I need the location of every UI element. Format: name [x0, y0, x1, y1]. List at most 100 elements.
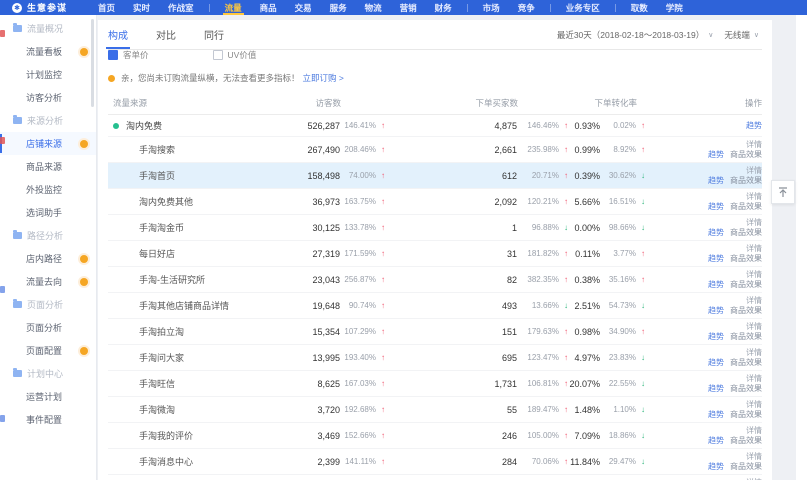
item-effect-link[interactable]: 商品效果: [730, 436, 762, 446]
sidebar-item-14[interactable]: 页面配置: [0, 339, 96, 362]
nav-item-10[interactable]: 市场: [474, 0, 509, 15]
nav-item-4[interactable]: 商品: [251, 0, 286, 15]
nav-item-6[interactable]: 服务: [321, 0, 356, 15]
item-effect-link[interactable]: 商品效果: [730, 280, 762, 290]
back-to-top-button[interactable]: [771, 180, 795, 204]
nav-item-9[interactable]: 财务: [426, 0, 461, 15]
detail-link[interactable]: 详情: [746, 322, 762, 332]
item-effect-link[interactable]: 商品效果: [730, 306, 762, 316]
table-row[interactable]: 手淘首页158,49874.00%↑61220.71%↑0.39%30.62%↓…: [108, 163, 762, 189]
tab-2[interactable]: 同行: [204, 20, 224, 49]
table-row[interactable]: 手淘消息中心2,399141.11%↑28470.06%↑11.84%29.47…: [108, 449, 762, 475]
trend-link[interactable]: 趋势: [708, 332, 724, 342]
detail-link[interactable]: 详情: [746, 218, 762, 228]
page-scrollbar-track[interactable]: [796, 15, 807, 480]
detail-link[interactable]: 详情: [746, 166, 762, 176]
sidebar-item-6[interactable]: 商品来源: [0, 155, 96, 178]
item-effect-link[interactable]: 商品效果: [730, 254, 762, 264]
table-row[interactable]: 手淘我的评价3,469152.66%↑246105.00%↑7.09%18.86…: [108, 423, 762, 449]
tab-1[interactable]: 对比: [156, 20, 176, 49]
sidebar-group-4: 来源分析: [0, 109, 96, 132]
item-effect-link[interactable]: 商品效果: [730, 462, 762, 472]
detail-link[interactable]: 详情: [746, 348, 762, 358]
detail-link[interactable]: 详情: [746, 426, 762, 436]
detail-link[interactable]: 详情: [746, 270, 762, 280]
trend-link[interactable]: 趋势: [708, 176, 724, 186]
metric-value: 2,399: [288, 457, 340, 467]
item-effect-link[interactable]: 商品效果: [730, 384, 762, 394]
date-filter[interactable]: 最近30天（2018-02-18～2018-03-19） ∨ 无线端 ∨: [557, 29, 762, 41]
trend-link[interactable]: 趋势: [708, 228, 724, 238]
sidebar-item-17[interactable]: 事件配置: [0, 408, 96, 431]
sidebar-item-13[interactable]: 页面分析: [0, 316, 96, 339]
item-effect-link[interactable]: 商品效果: [730, 202, 762, 212]
detail-link[interactable]: 详情: [746, 192, 762, 202]
trend-link[interactable]: 趋势: [708, 410, 724, 420]
table-row[interactable]: 手淘拍立淘15,354107.29%↑151179.63%↑0.98%34.90…: [108, 319, 762, 345]
detail-link[interactable]: 详情: [746, 452, 762, 462]
nav-item-14[interactable]: 学院: [657, 0, 692, 15]
detail-link[interactable]: 详情: [746, 140, 762, 150]
table-row[interactable]: 淘内免费526,287146.41%↑4,875146.46%↑0.93%0.0…: [108, 115, 762, 137]
trend-link[interactable]: 趋势: [708, 358, 724, 368]
trend-link[interactable]: 趋势: [708, 306, 724, 316]
sidebar-scrollbar[interactable]: [91, 19, 94, 107]
trend-link[interactable]: 趋势: [708, 202, 724, 212]
subscribe-link[interactable]: 立即订购 >: [303, 72, 344, 84]
metric-checkbox-1[interactable]: UV价值: [213, 50, 257, 61]
sidebar-item-11[interactable]: 流量去向: [0, 270, 96, 293]
item-effect-link[interactable]: 商品效果: [730, 332, 762, 342]
checkbox-label: UV价值: [228, 50, 257, 61]
table-row[interactable]: 每日好店27,319171.59%↑31181.82%↑0.11%3.77%↑详…: [108, 241, 762, 267]
app-logo[interactable]: ✱ 生意参谋: [12, 1, 67, 14]
nav-item-1[interactable]: 实时: [124, 0, 159, 15]
nav-item-7[interactable]: 物流: [356, 0, 391, 15]
trend-link[interactable]: 趋势: [746, 121, 762, 131]
detail-link[interactable]: 详情: [746, 400, 762, 410]
sidebar-item-10[interactable]: 店内路径: [0, 247, 96, 270]
nav-item-0[interactable]: 首页: [89, 0, 124, 15]
table-row[interactable]: 手淘-生活研究所23,043256.87%↑82382.35%↑0.38%35.…: [108, 267, 762, 293]
detail-link[interactable]: 详情: [746, 244, 762, 254]
item-effect-link[interactable]: 商品效果: [730, 358, 762, 368]
nav-item-2[interactable]: 作战室: [159, 0, 203, 15]
sidebar-item-2[interactable]: 计划监控: [0, 63, 96, 86]
table-row[interactable]: 手淘搜索267,490208.46%↑2,661235.98%↑0.99%8.9…: [108, 137, 762, 163]
sidebar-item-8[interactable]: 选词助手: [0, 201, 96, 224]
trend-link[interactable]: 趋势: [708, 462, 724, 472]
table-row[interactable]: 手淘微淘3,720192.68%↑55189.47%↑1.48%1.10%↓详情…: [108, 397, 762, 423]
item-effect-link[interactable]: 商品效果: [730, 176, 762, 186]
sidebar-item-1[interactable]: 流量看板: [0, 40, 96, 63]
table-row[interactable]: 手淘问大家13,995193.40%↑695123.47%↑4.97%23.83…: [108, 345, 762, 371]
table-row[interactable]: 手淘其他店铺商品详情19,64890.74%↑49313.66%↓2.51%54…: [108, 293, 762, 319]
nav-item-13[interactable]: 取数: [622, 0, 657, 15]
trend-link[interactable]: 趋势: [708, 254, 724, 264]
sidebar-item-16[interactable]: 运营计划: [0, 385, 96, 408]
table-row[interactable]: 手淘旺信8,625167.03%↑1,731106.81%↑20.07%22.5…: [108, 371, 762, 397]
nav-item-12[interactable]: 业务专区: [557, 0, 609, 15]
table-row[interactable]: 手淘淘金币30,125133.78%↑196.88%↓0.00%98.66%↓详…: [108, 215, 762, 241]
up-arrow-icon: ↑: [636, 327, 645, 336]
sidebar-item-7[interactable]: 外投监控: [0, 178, 96, 201]
trend-link[interactable]: 趋势: [708, 384, 724, 394]
nav-item-3[interactable]: 流量: [216, 0, 251, 15]
trend-link[interactable]: 趋势: [708, 150, 724, 160]
trend-link[interactable]: 趋势: [708, 436, 724, 446]
sidebar-item-3[interactable]: 访客分析: [0, 86, 96, 109]
nav-item-5[interactable]: 交易: [286, 0, 321, 15]
metric-checkbox-0[interactable]: 客单价: [108, 50, 149, 61]
sidebar-item-5[interactable]: 店铺来源: [0, 132, 96, 155]
item-effect-link[interactable]: 商品效果: [730, 410, 762, 420]
table-row[interactable]: 淘内免费其他36,973163.75%↑2,092120.21%↑5.66%16…: [108, 189, 762, 215]
tab-0[interactable]: 构成: [108, 20, 128, 49]
item-effect-link[interactable]: 商品效果: [730, 228, 762, 238]
detail-link[interactable]: 详情: [746, 296, 762, 306]
nav-item-8[interactable]: 营销: [391, 0, 426, 15]
trend-link[interactable]: 趋势: [708, 280, 724, 290]
detail-link[interactable]: 详情: [746, 374, 762, 384]
item-effect-link[interactable]: 商品效果: [730, 150, 762, 160]
nav-item-11[interactable]: 竞争: [509, 0, 544, 15]
down-arrow-icon: ↓: [636, 223, 645, 232]
table-row[interactable]: 手淘其他店铺1,826111.10%↑3930.00%↑2.14%38.42%↓…: [108, 475, 762, 480]
metric-cell: 2,661235.98%↑: [385, 145, 568, 155]
